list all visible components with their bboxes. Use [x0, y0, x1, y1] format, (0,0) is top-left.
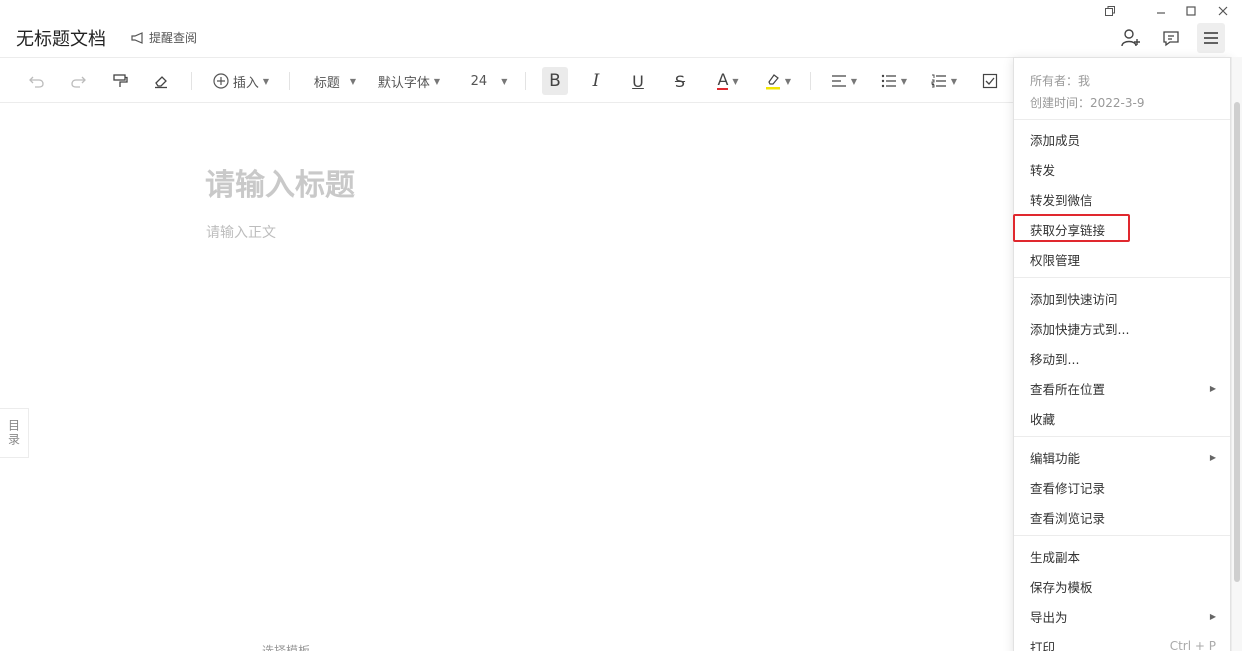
choose-template-link[interactable]: 选择模板 [262, 642, 310, 651]
submenu-arrow-icon: ▶ [1209, 383, 1216, 393]
highlight-color-dropdown[interactable]: ▼ [762, 67, 794, 95]
menu-item-print[interactable]: 打印 Ctrl + P [1014, 631, 1230, 651]
table-of-contents-tab[interactable]: 目录 [0, 408, 29, 458]
megaphone-icon [131, 31, 143, 44]
menu-item-revision-history[interactable]: 查看修订记录 [1014, 472, 1230, 502]
remind-review-label: 提醒查阅 [149, 31, 198, 45]
scrollbar-thumb[interactable] [1234, 102, 1240, 582]
menu-item-forward-wechat[interactable]: 转发到微信 [1014, 184, 1230, 214]
highlighter-icon [765, 74, 780, 90]
document-menu: 所有者：我 创建时间：2022-3-9 添加成员 转发 转发到微信 获取分享链接… [1013, 57, 1231, 651]
strikethrough-button[interactable]: S [669, 67, 691, 95]
checkbox-list-icon[interactable] [979, 67, 1001, 95]
bullet-list-dropdown[interactable]: ▼ [878, 67, 910, 95]
restore-icon[interactable] [1099, 2, 1121, 20]
font-size-label: 24 [470, 73, 488, 89]
print-shortcut: Ctrl + P [1169, 639, 1216, 651]
menu-divider [1014, 436, 1230, 437]
format-painter-icon[interactable] [109, 67, 131, 95]
caret-down-icon: ▼ [501, 76, 508, 86]
insert-dropdown[interactable]: 插入 ▼ [210, 67, 272, 95]
undo-icon[interactable] [26, 67, 48, 95]
comment-icon[interactable] [1159, 26, 1183, 50]
menu-item-move-to[interactable]: 移动到... [1014, 343, 1230, 373]
toolbar-divider [525, 72, 526, 90]
toolbar-divider [289, 72, 290, 90]
font-family-dropdown[interactable]: 默认字体 ▼ [374, 67, 444, 95]
maximize-icon[interactable] [1180, 2, 1202, 20]
document-title[interactable]: 无标题文档 [16, 25, 106, 51]
document-editor-window: 无标题文档 提醒查阅 插入 ▼ 标题 ▼ 默认字体 ▼ 24 ▼ B I U S… [0, 0, 1242, 651]
minimize-icon[interactable] [1150, 2, 1172, 20]
bold-button[interactable]: B [542, 67, 568, 95]
caret-down-icon: ▼ [850, 76, 858, 86]
close-icon[interactable] [1212, 2, 1234, 20]
caret-down-icon: ▼ [433, 76, 441, 86]
document-meta: 所有者：我 创建时间：2022-3-9 [1014, 58, 1230, 114]
caret-down-icon: ▼ [732, 76, 739, 86]
menu-divider [1014, 535, 1230, 536]
toolbar-divider [810, 72, 811, 90]
align-left-icon [831, 75, 846, 87]
numbered-list-dropdown[interactable]: ▼ [928, 67, 960, 95]
align-dropdown[interactable]: ▼ [828, 67, 860, 95]
italic-button[interactable]: I [585, 67, 607, 95]
caret-down-icon: ▼ [900, 76, 908, 86]
underline-button[interactable]: U [627, 67, 649, 95]
menu-item-save-template[interactable]: 保存为模板 [1014, 571, 1230, 601]
title-input[interactable]: 请输入标题 [205, 160, 355, 204]
caret-down-icon: ▼ [349, 76, 357, 86]
menu-item-forward[interactable]: 转发 [1014, 154, 1230, 184]
menu-item-export[interactable]: 导出为 ▶ [1014, 601, 1230, 631]
menu-item-permissions[interactable]: 权限管理 [1014, 244, 1230, 274]
menu-item-favorite[interactable]: 收藏 [1014, 403, 1230, 433]
menu-icon[interactable] [1197, 23, 1225, 53]
menu-item-make-copy[interactable]: 生成副本 [1014, 541, 1230, 571]
menu-item-add-shortcut[interactable]: 添加快捷方式到... [1014, 313, 1230, 343]
insert-label: 插入 [232, 75, 259, 91]
heading-style-dropdown[interactable]: 标题 ▼ [310, 67, 360, 95]
menu-divider [1014, 119, 1230, 120]
plus-circle-icon [213, 73, 229, 89]
eraser-icon[interactable] [150, 67, 172, 95]
menu-item-view-location[interactable]: 查看所在位置 ▶ [1014, 373, 1230, 403]
font-size-dropdown[interactable]: 24 ▼ [466, 67, 512, 95]
menu-item-add-quick-access[interactable]: 添加到快速访问 [1014, 283, 1230, 313]
submenu-arrow-icon: ▶ [1209, 452, 1216, 462]
menu-item-view-history[interactable]: 查看浏览记录 [1014, 502, 1230, 532]
remind-review-button[interactable]: 提醒查阅 [130, 29, 197, 46]
created-time-text: 创建时间：2022-3-9 [1030, 96, 1145, 110]
bullet-list-icon [881, 74, 896, 88]
menu-divider [1014, 277, 1230, 278]
menu-scrollbar[interactable] [1231, 57, 1242, 651]
font-color-icon: A [717, 70, 729, 90]
heading-style-label: 标题 [313, 75, 340, 91]
body-input[interactable]: 请输入正文 [206, 222, 276, 242]
font-family-label: 默认字体 [377, 75, 430, 91]
caret-down-icon: ▼ [784, 76, 792, 86]
toolbar-divider [191, 72, 192, 90]
menu-item-edit-features[interactable]: 编辑功能 ▶ [1014, 442, 1230, 472]
title-bar: 无标题文档 提醒查阅 [0, 0, 1242, 58]
menu-item-get-share-link[interactable]: 获取分享链接 [1014, 214, 1230, 244]
numbered-list-icon [931, 74, 946, 88]
menu-item-add-member[interactable]: 添加成员 [1014, 124, 1230, 154]
submenu-arrow-icon: ▶ [1209, 611, 1216, 621]
font-color-dropdown[interactable]: A ▼ [712, 67, 744, 95]
caret-down-icon: ▼ [950, 76, 958, 86]
owner-text: 所有者：我 [1030, 74, 1091, 88]
redo-icon[interactable] [67, 67, 89, 95]
add-user-icon[interactable] [1119, 26, 1143, 50]
caret-down-icon: ▼ [262, 76, 270, 86]
